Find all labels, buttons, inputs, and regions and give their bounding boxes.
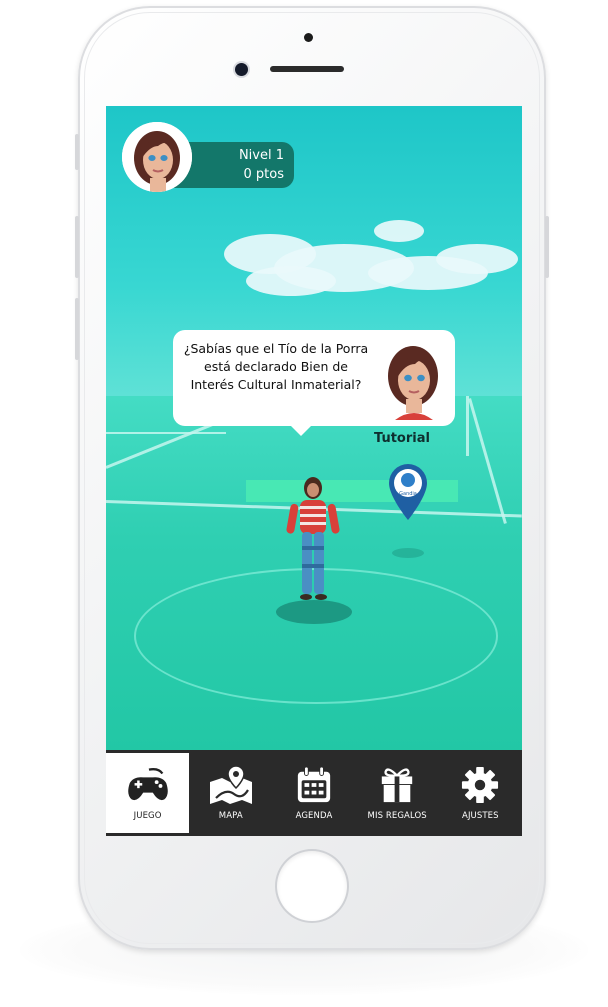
bottom-navigation: JUEGO MAPA AGENDA MIS REGALOS AJUSTES	[106, 750, 522, 836]
map-icon	[208, 763, 254, 807]
front-camera	[235, 63, 248, 76]
power-button	[545, 216, 549, 278]
gamepad-icon	[124, 763, 172, 807]
road	[106, 432, 226, 434]
nav-label-mapa: MAPA	[218, 811, 243, 821]
proximity-sensor	[304, 33, 313, 42]
nav-label-agenda: AGENDA	[295, 811, 333, 821]
pin-text: Gandia	[399, 491, 417, 497]
calendar-icon	[295, 763, 333, 807]
points-label: 0 ptos	[243, 167, 284, 182]
tip-text: ¿Sabías que el Tío de la Porra está decl…	[183, 341, 369, 392]
cloud	[374, 220, 424, 242]
nav-label-ajustes: AJUSTES	[462, 811, 499, 821]
player-avatar[interactable]	[122, 122, 192, 192]
tip-speech-bubble[interactable]: ¿Sabías que el Tío de la Porra está decl…	[173, 330, 455, 436]
nav-item-agenda[interactable]: AGENDA	[272, 753, 355, 833]
game-screen: Nivel 1 0 ptos ¿Sabías que el Tío de la …	[106, 106, 522, 836]
level-label: Nivel 1	[238, 148, 284, 163]
tutorial-marker-label[interactable]: Tutorial	[374, 431, 430, 446]
nav-label-mis-regalos: MIS REGALOS	[367, 811, 427, 821]
gear-icon	[461, 763, 499, 807]
mute-switch	[75, 134, 79, 170]
player-character[interactable]	[281, 476, 345, 608]
nav-item-juego[interactable]: JUEGO	[106, 753, 190, 833]
home-button[interactable]	[277, 851, 347, 921]
nav-item-ajustes[interactable]: AJUSTES	[439, 753, 522, 833]
volume-up-button	[75, 216, 79, 278]
cloud	[246, 266, 336, 296]
nav-item-mapa[interactable]: MAPA	[189, 753, 272, 833]
road	[466, 396, 469, 456]
volume-down-button	[75, 298, 79, 360]
marker-shadow	[392, 548, 424, 558]
nav-label-juego: JUEGO	[133, 811, 162, 821]
road	[468, 398, 507, 524]
guide-avatar-icon	[388, 346, 438, 420]
gift-icon	[378, 763, 416, 807]
avatar-face-icon	[122, 122, 192, 192]
cloud	[436, 244, 518, 274]
map-pin-icon[interactable]: Gandia	[387, 463, 429, 521]
nav-item-mis-regalos[interactable]: MIS REGALOS	[356, 753, 439, 833]
earpiece-speaker	[270, 66, 344, 72]
